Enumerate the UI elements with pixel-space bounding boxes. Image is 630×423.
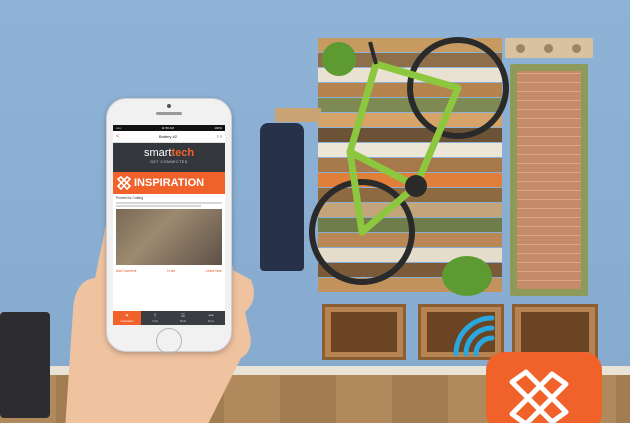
comment-link[interactable]: Add Comment [116, 269, 136, 273]
nav-icons[interactable]: ? ? [216, 134, 222, 139]
note-link[interactable]: Leave Note [206, 269, 222, 273]
app-logo-badge [486, 352, 602, 423]
tab-build[interactable]: ☰ Build [169, 311, 197, 325]
tab-more[interactable]: ••• More [197, 311, 225, 325]
post-text-line [116, 205, 201, 207]
bicycle [309, 37, 509, 285]
back-button[interactable]: < [116, 134, 120, 140]
brand-logo: smarttech [113, 143, 225, 160]
tab-label: Craft [151, 319, 159, 323]
photo-scene: ••••• 11:58 AM 100% < Battery #2 ? ? sma… [0, 0, 630, 423]
brand-accent: tech [171, 147, 195, 159]
post-image[interactable] [116, 209, 222, 265]
tab-label: Build [179, 319, 187, 323]
jacket [260, 123, 304, 271]
brand-banner: smarttech GET CONNECTED [113, 143, 225, 172]
tab-craft[interactable]: † Craft [141, 311, 169, 325]
hook [544, 44, 553, 53]
nav-bar: < Battery #2 ? ? [113, 131, 225, 143]
tab-inspiration[interactable]: ✶ Inspiration [113, 311, 141, 325]
wifi-icon [453, 315, 495, 357]
post-card[interactable]: Pinned for Cutting [113, 194, 225, 267]
tab-label: Inspiration [120, 319, 134, 323]
smartphone: ••••• 11:58 AM 100% < Battery #2 ? ? sma… [106, 98, 232, 354]
tab-bar: ✶ Inspiration † Craft ☰ Build ••• More [113, 311, 225, 325]
battery-level: 100% [214, 126, 222, 130]
hook [572, 44, 581, 53]
status-time: 11:58 AM [161, 126, 175, 130]
post-actions: Add Comment 0 Like Leave Note [113, 267, 225, 275]
crate [322, 304, 406, 360]
phone-screen: ••••• 11:58 AM 100% < Battery #2 ? ? sma… [113, 125, 225, 325]
tab-label: More [207, 319, 215, 323]
inspiration-label: INSPIRATION [134, 177, 205, 189]
brand-name: smart [143, 147, 172, 159]
camera [167, 104, 171, 108]
home-button[interactable] [156, 328, 182, 354]
brand-tagline: GET CONNECTED [150, 160, 188, 164]
like-link[interactable]: 0 Like [167, 269, 176, 273]
nav-title: Battery #2 [158, 134, 178, 139]
inspiration-header: INSPIRATION [113, 172, 225, 194]
mirror [510, 64, 588, 296]
sofa [0, 312, 50, 418]
earpiece [156, 112, 182, 115]
post-title: Pinned for Cutting [116, 196, 144, 200]
carrier-signal: ••••• [116, 126, 122, 130]
post-text-line [116, 201, 222, 204]
ruler-pencil-icon [117, 176, 131, 190]
ruler-pencil-icon [509, 369, 569, 423]
